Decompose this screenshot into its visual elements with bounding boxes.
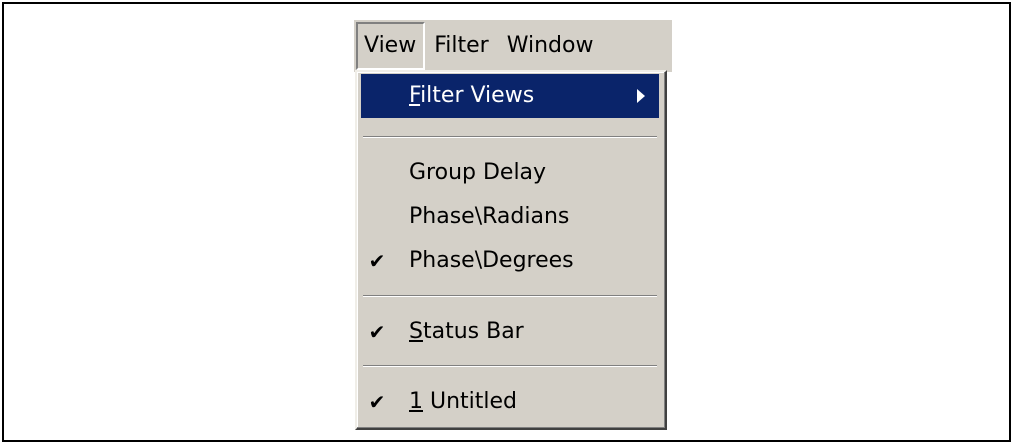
menu-item-status-bar[interactable]: ✔ Status Bar: [361, 310, 659, 354]
checkmark-icon: ✔: [368, 390, 386, 414]
menu-item-label: Status Bar: [409, 319, 524, 344]
menu-separator: [363, 295, 657, 297]
menu-item-label: Phase\Degrees: [409, 248, 574, 273]
menu-separator: [363, 136, 657, 138]
menu-item-group-delay[interactable]: Group Delay: [361, 151, 659, 195]
menu-window[interactable]: Window: [498, 22, 603, 70]
menu-view[interactable]: View: [356, 22, 426, 70]
menu-item-label: Filter Views: [409, 83, 535, 108]
submenu-arrow-icon: [637, 89, 645, 103]
menu-item-label: Group Delay: [409, 160, 547, 185]
menu-item-phase-degrees[interactable]: ✔ Phase\Degrees: [361, 239, 659, 283]
checkmark-icon: ✔: [368, 320, 386, 344]
menu-item-label: Phase\Radians: [409, 204, 570, 229]
menu-bar: View Filter Window: [354, 20, 672, 72]
menu-separator: [363, 365, 657, 367]
checkmark-icon: ✔: [368, 249, 386, 273]
menu-item-label: 1 Untitled: [409, 389, 518, 414]
menu-item-phase-radians[interactable]: Phase\Radians: [361, 195, 659, 239]
menu-filter[interactable]: Filter: [425, 22, 497, 70]
view-dropdown-menu: Filter Views Group Delay Phase\Radians ✔…: [355, 70, 667, 430]
menu-item-filter-views[interactable]: Filter Views: [361, 74, 659, 118]
menu-item-untitled-window[interactable]: ✔ 1 Untitled: [361, 380, 659, 424]
